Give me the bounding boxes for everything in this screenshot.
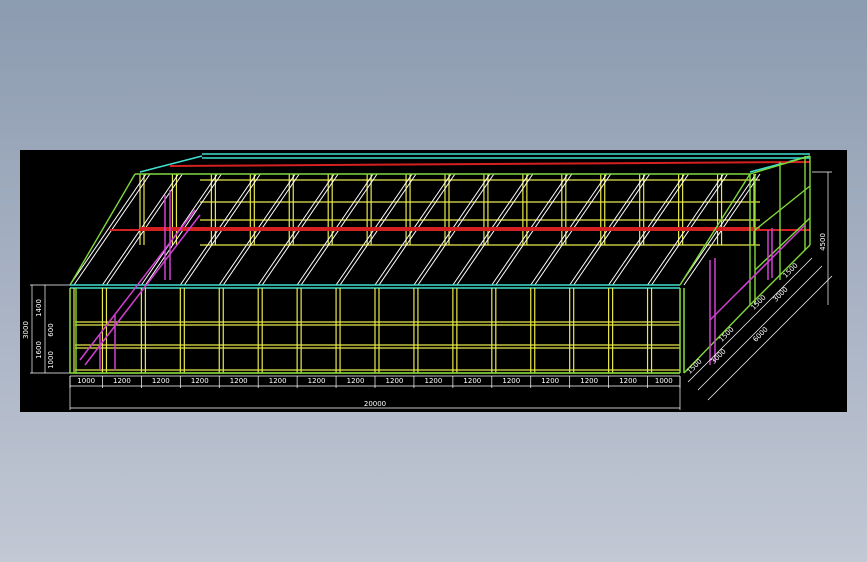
left-seg-3: 1600 xyxy=(35,341,43,359)
dimension-lines xyxy=(30,171,833,410)
left-seg-2: 600 xyxy=(47,323,55,336)
left-seg-4: 1000 xyxy=(47,351,55,369)
bottom-seg-label: 1200 xyxy=(269,377,287,385)
bottom-seg-label: 1200 xyxy=(191,377,209,385)
right-braces xyxy=(709,224,806,365)
left-end-wall xyxy=(69,288,685,374)
greenhouse-frame xyxy=(69,153,811,374)
bottom-seg-label: 1200 xyxy=(580,377,598,385)
front-wall-posts xyxy=(69,288,685,373)
bottom-seg-label: 1200 xyxy=(347,377,365,385)
bottom-seg-label: 1200 xyxy=(230,377,248,385)
side-small-2: 1500 xyxy=(717,325,735,343)
bottom-seg-label: 1200 xyxy=(502,377,520,385)
front-eave xyxy=(70,284,680,289)
bottom-total-label: 20000 xyxy=(364,400,386,408)
bottom-seg-label: 1200 xyxy=(424,377,442,385)
front-wall-grid xyxy=(75,321,680,374)
bottom-seg-label: 1200 xyxy=(152,377,170,385)
right-height-label: 4500 xyxy=(819,233,827,251)
bottom-seg-label: 1000 xyxy=(77,377,95,385)
bottom-seg-label: 1200 xyxy=(541,377,559,385)
side-small-1: 1500 xyxy=(685,357,703,375)
side-small-4: 1500 xyxy=(781,261,799,279)
right-dimension-labels: 4500 1500 1500 1500 1500 3000 3000 6000 xyxy=(685,233,827,376)
left-seg-1: 1400 xyxy=(35,299,43,317)
bottom-seg-label: 1200 xyxy=(308,377,326,385)
cad-viewport[interactable]: 1000 1200 1200 1200 1200 1200 1200 1200 1200 1200… xyxy=(20,150,847,412)
bottom-seg-label: 1200 xyxy=(463,377,481,385)
greenhouse-drawing: 1000 1200 1200 1200 1200 1200 1200 1200 1200 1200… xyxy=(22,153,833,410)
left-total: 3000 xyxy=(22,321,30,339)
bottom-seg-label: 1000 xyxy=(655,377,673,385)
bottom-seg-label: 1200 xyxy=(113,377,131,385)
side-small-3: 1500 xyxy=(749,293,767,311)
left-dimension-labels: 1400 600 1600 1000 3000 xyxy=(22,299,55,369)
bottom-seg-label: 1200 xyxy=(386,377,404,385)
bottom-seg-label: 1200 xyxy=(619,377,637,385)
